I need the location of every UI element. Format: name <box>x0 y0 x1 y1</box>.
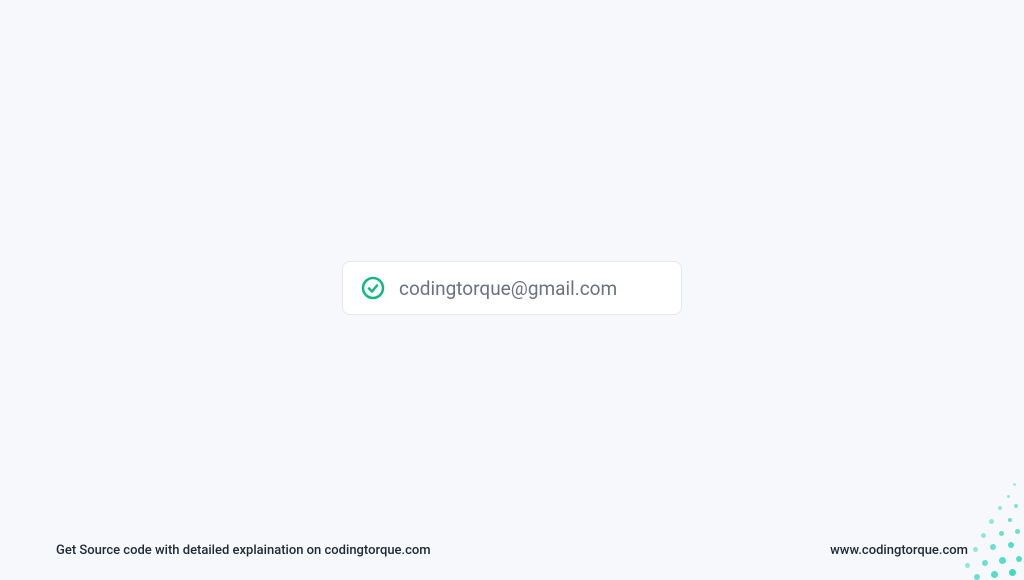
footer-tagline: Get Source code with detailed explainati… <box>56 543 431 558</box>
input-container <box>342 261 682 315</box>
email-input[interactable] <box>399 277 663 300</box>
footer-website: www.codingtorque.com <box>830 543 968 558</box>
footer: Get Source code with detailed explainati… <box>0 543 1024 558</box>
email-validation-card <box>342 261 682 315</box>
checkmark-success-icon <box>361 276 385 300</box>
decorative-dots <box>924 456 1024 576</box>
